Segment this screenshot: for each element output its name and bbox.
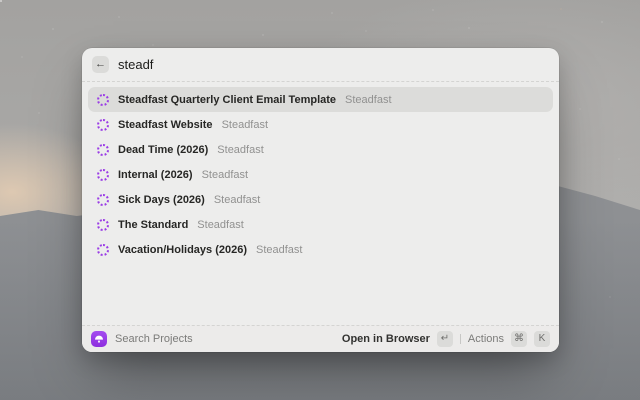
extension-app-icon xyxy=(91,331,107,347)
result-row[interactable]: Sick Days (2026) Steadfast xyxy=(88,187,553,212)
result-list: Steadfast Quarterly Client Email Templat… xyxy=(82,82,559,262)
actions-menu-button[interactable]: Actions xyxy=(468,333,504,345)
back-arrow-icon: ← xyxy=(95,59,106,70)
result-title: Steadfast Website xyxy=(118,119,213,131)
search-palette-window: ← steadf Steadfast Quarterly Client Emai… xyxy=(82,48,559,352)
project-ring-icon xyxy=(97,219,109,231)
back-button[interactable]: ← xyxy=(92,56,109,73)
project-ring-icon xyxy=(97,94,109,106)
dome-glyph-icon xyxy=(94,334,104,344)
return-key-icon: ↵ xyxy=(437,331,453,347)
result-title: Dead Time (2026) xyxy=(118,144,208,156)
result-subtitle: Steadfast xyxy=(214,194,260,206)
result-row[interactable]: Internal (2026) Steadfast xyxy=(88,162,553,187)
project-ring-icon xyxy=(97,244,109,256)
search-header: ← steadf xyxy=(82,48,559,82)
project-ring-icon xyxy=(97,194,109,206)
result-row[interactable]: Steadfast Website Steadfast xyxy=(88,112,553,137)
result-row[interactable]: Dead Time (2026) Steadfast xyxy=(88,137,553,162)
result-title: Steadfast Quarterly Client Email Templat… xyxy=(118,94,336,106)
result-title: Internal (2026) xyxy=(118,169,193,181)
result-title: The Standard xyxy=(118,219,188,231)
result-title: Sick Days (2026) xyxy=(118,194,205,206)
project-ring-icon xyxy=(97,119,109,131)
footer-divider xyxy=(460,334,461,344)
wallpaper-stars xyxy=(0,0,2,2)
result-subtitle: Steadfast xyxy=(345,94,391,106)
command-key-icon: ⌘ xyxy=(511,331,527,347)
result-subtitle: Steadfast xyxy=(197,219,243,231)
result-row[interactable]: The Standard Steadfast xyxy=(88,212,553,237)
result-subtitle: Steadfast xyxy=(202,169,248,181)
result-subtitle: Steadfast xyxy=(217,144,263,156)
result-subtitle: Steadfast xyxy=(256,244,302,256)
footer-bar: Search Projects Open in Browser ↵ Action… xyxy=(82,325,559,352)
result-subtitle: Steadfast xyxy=(222,119,268,131)
search-input[interactable]: steadf xyxy=(118,57,153,72)
result-row[interactable]: Steadfast Quarterly Client Email Templat… xyxy=(88,87,553,112)
result-title: Vacation/Holidays (2026) xyxy=(118,244,247,256)
project-ring-icon xyxy=(97,169,109,181)
result-row[interactable]: Vacation/Holidays (2026) Steadfast xyxy=(88,237,553,262)
k-key-icon: K xyxy=(534,331,550,347)
footer-actions: Open in Browser ↵ Actions ⌘ K xyxy=(342,331,550,347)
project-ring-icon xyxy=(97,144,109,156)
command-name-label: Search Projects xyxy=(115,333,193,345)
primary-action-button[interactable]: Open in Browser xyxy=(342,333,430,345)
